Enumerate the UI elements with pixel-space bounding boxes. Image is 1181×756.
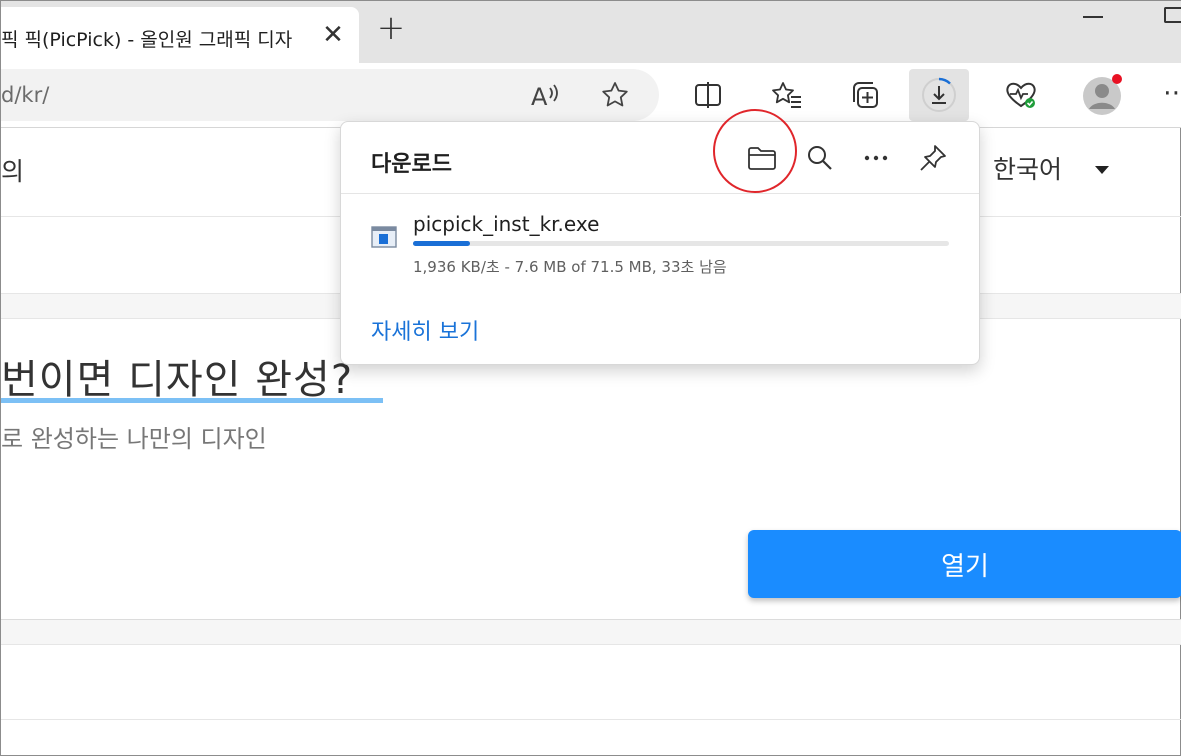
tab-strip: 픽 픽(PicPick) - 올인원 그래픽 디자 ✕ + [1,1,1181,63]
language-selector[interactable]: 한국어 [993,150,1062,186]
downloads-button[interactable] [909,69,969,121]
browser-tab[interactable]: 픽 픽(PicPick) - 올인원 그래픽 디자 ✕ [1,7,359,63]
nav-item[interactable]: 의 [1,152,24,188]
download-filename[interactable]: picpick_inst_kr.exe [413,212,599,236]
download-status: 1,936 KB/초 - 7.6 MB of 71.5 MB, 33초 남음 [413,258,727,276]
chevron-down-icon[interactable] [1095,166,1109,174]
see-more-link[interactable]: 자세히 보기 [371,314,479,346]
open-button[interactable]: 열기 [748,530,1181,598]
downloads-icon [919,75,959,115]
hero-headline: 번이면 디자인 완성? [1,357,354,403]
favorites-icon[interactable] [767,75,807,115]
more-icon[interactable]: ⋯ [1163,81,1181,111]
section-divider [1,619,1181,645]
exe-file-icon [371,226,397,248]
new-tab-button[interactable]: + [375,11,407,45]
close-tab-icon[interactable]: ✕ [319,21,347,49]
browser-essentials-icon[interactable] [1001,75,1041,115]
collections-icon[interactable] [845,75,885,115]
profile-icon[interactable] [1081,73,1125,117]
address-bar-url: d/kr/ [1,83,50,107]
download-item[interactable]: picpick_inst_kr.exe 1,936 KB/초 - 7.6 MB … [341,122,979,292]
headline-underline [1,398,383,403]
read-aloud-icon[interactable]: A [525,75,565,115]
minimize-window-button[interactable] [1083,5,1105,25]
maximize-window-button[interactable] [1164,7,1181,23]
download-progress-fill [413,241,470,246]
download-progress-bar [413,241,949,246]
browser-toolbar: d/kr/ A ⋯ [1,63,1181,128]
svg-text:A: A [531,83,548,110]
hero-subheadline: 로 완성하는 나만의 디자인 [1,425,267,453]
downloads-flyout: 다운로드 picpick_inst_kr.exe 1,936 KB/초 - 7.… [340,109,980,365]
split-screen-icon[interactable] [688,75,728,115]
tab-title: 픽 픽(PicPick) - 올인원 그래픽 디자 [1,29,293,51]
favorite-star-icon[interactable] [595,75,635,115]
address-bar[interactable]: d/kr/ A [1,69,659,121]
section-divider [1,719,1181,720]
